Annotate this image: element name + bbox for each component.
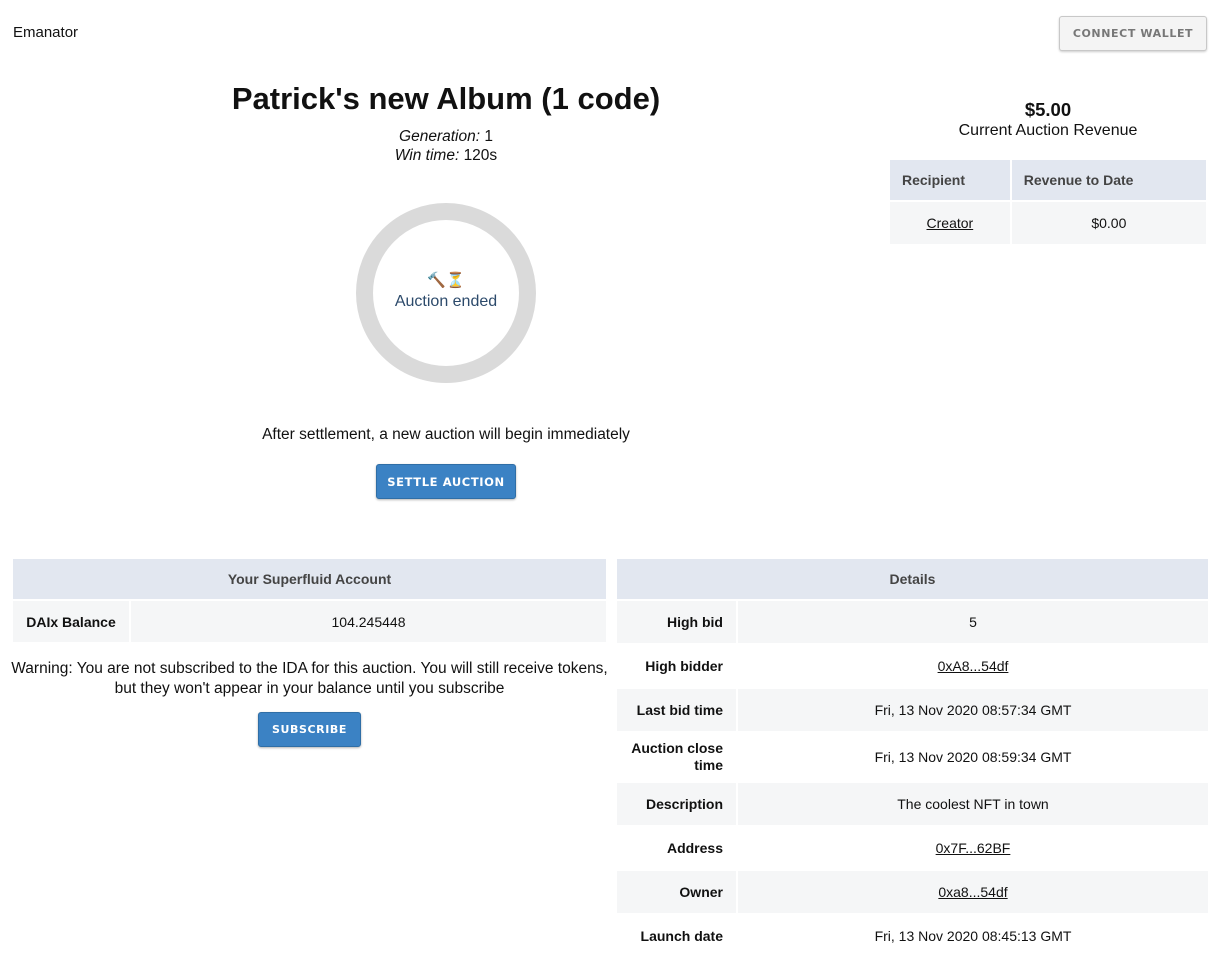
detail-label-auction-close-time: Auction close time xyxy=(631,740,723,773)
win-time-label: Win time: xyxy=(394,147,460,164)
address-link[interactable]: 0x7F...62BF xyxy=(936,840,1011,856)
settlement-note: After settlement, a new auction will beg… xyxy=(262,426,630,443)
account-heading: Your Superfluid Account xyxy=(13,559,606,599)
superfluid-account-table: Your Superfluid Account DAIx Balance 104… xyxy=(11,557,608,644)
balance-value: 104.245448 xyxy=(131,601,606,642)
table-row: Last bid time Fri, 13 Nov 2020 08:57:34 … xyxy=(617,689,1208,731)
detail-label-high-bid: High bid xyxy=(617,601,736,643)
owner-link[interactable]: 0xa8...54df xyxy=(938,884,1007,900)
detail-value-last-bid-time: Fri, 13 Nov 2020 08:57:34 GMT xyxy=(738,689,1208,731)
table-row: High bid 5 xyxy=(617,601,1208,643)
revenue-col-recipient: Recipient xyxy=(890,160,1010,200)
generation-value: 1 xyxy=(484,128,493,145)
table-row: Creator $0.00 xyxy=(890,202,1206,244)
table-row: DAIx Balance 104.245448 xyxy=(13,601,606,642)
hammer-hourglass-icon: 🔨⏳ xyxy=(427,272,465,289)
detail-label-description: Description xyxy=(617,783,736,825)
detail-label-launch-date: Launch date xyxy=(640,927,723,944)
table-row: High bidder 0xA8...54df xyxy=(617,645,1208,687)
table-row: Address 0x7F...62BF xyxy=(617,827,1208,869)
details-table: Details High bid 5 High bidder 0xA8...54… xyxy=(615,557,1210,959)
app-brand: Emanator xyxy=(13,24,79,41)
detail-label-address: Address xyxy=(666,839,723,856)
win-time-value: 120s xyxy=(463,147,498,164)
recipient-revenue-value: $0.00 xyxy=(1011,202,1206,244)
table-row: Owner 0xa8...54df xyxy=(617,871,1208,913)
current-revenue-amount: $5.00 xyxy=(1024,99,1072,120)
table-row: Auction close time Fri, 13 Nov 2020 08:5… xyxy=(617,733,1208,781)
detail-value-launch-date: Fri, 13 Nov 2020 08:45:13 GMT xyxy=(874,928,1072,944)
generation-line: Generation: 1 xyxy=(0,128,892,146)
detail-label-last-bid-time: Last bid time xyxy=(617,689,736,731)
revenue-col-revenue: Revenue to Date xyxy=(1011,160,1206,200)
detail-value-auction-close-time: Fri, 13 Nov 2020 08:59:34 GMT xyxy=(874,749,1072,765)
details-heading: Details xyxy=(617,559,1208,599)
detail-label-high-bidder: High bidder xyxy=(645,657,723,674)
revenue-table: Recipient Revenue to Date Creator $0.00 xyxy=(888,158,1208,246)
generation-label: Generation: xyxy=(399,128,481,145)
high-bidder-link[interactable]: 0xA8...54df xyxy=(938,658,1009,674)
table-row: Description The coolest NFT in town xyxy=(617,783,1208,825)
detail-value-high-bid: 5 xyxy=(738,601,1208,643)
table-row: Launch date Fri, 13 Nov 2020 08:45:13 GM… xyxy=(617,915,1208,957)
settle-auction-button[interactable]: SETTLE AUCTION xyxy=(376,464,516,499)
connect-wallet-button[interactable]: CONNECT WALLET xyxy=(1059,16,1207,51)
auction-status-text: Auction ended xyxy=(394,293,498,310)
balance-label: DAIx Balance xyxy=(13,601,129,642)
detail-value-description: The coolest NFT in town xyxy=(738,783,1208,825)
auction-title: Patrick's new Album (1 code) xyxy=(231,81,661,116)
subscribe-button[interactable]: SUBSCRIBE xyxy=(258,712,361,747)
detail-label-owner: Owner xyxy=(617,871,736,913)
win-time-line: Win time: 120s xyxy=(0,147,892,165)
recipient-creator-link[interactable]: Creator xyxy=(927,215,974,231)
current-revenue-label: Current Auction Revenue xyxy=(958,122,1138,139)
subscription-warning: Warning: You are not subscribed to the I… xyxy=(11,660,608,697)
